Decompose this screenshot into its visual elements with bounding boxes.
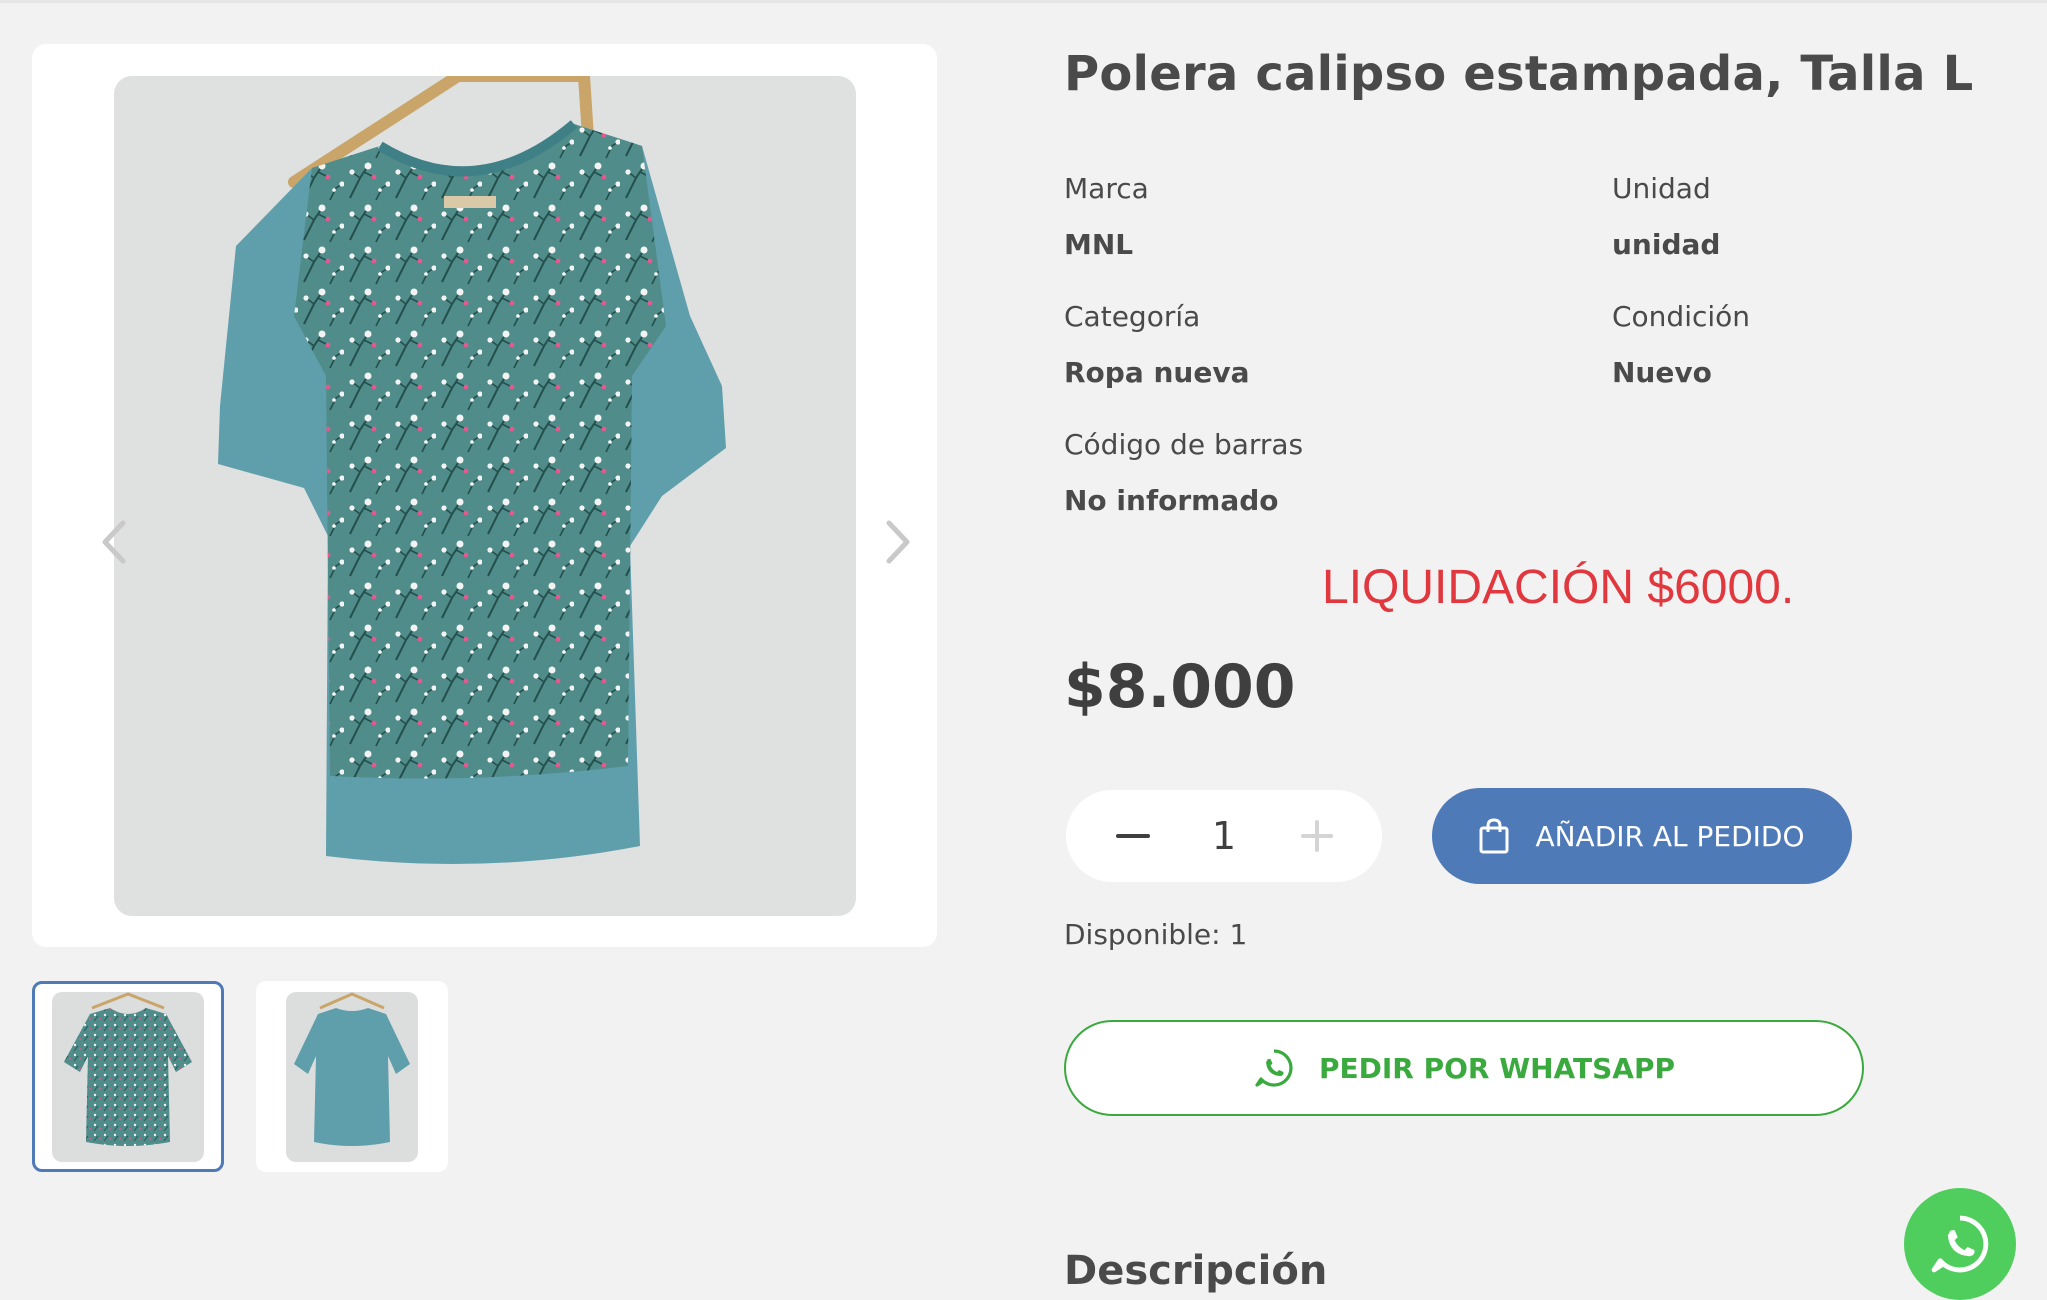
unit-label: Unidad	[1612, 172, 1711, 205]
product-title: Polera calipso estampada, Talla L	[1064, 46, 1974, 102]
product-gallery	[32, 44, 937, 947]
condition-value: Nuevo	[1612, 356, 1712, 389]
floral-shirt-front-icon	[52, 992, 204, 1162]
add-to-order-button[interactable]: AÑADIR AL PEDIDO	[1432, 788, 1852, 884]
brand-value: MNL	[1064, 228, 1134, 261]
decrease-quantity-button[interactable]	[1110, 813, 1156, 859]
plain-shirt-back-icon	[286, 992, 418, 1162]
main-product-image[interactable]	[114, 76, 856, 916]
brand-label: Marca	[1064, 172, 1149, 205]
previous-image-arrow[interactable]	[94, 514, 134, 570]
barcode-value: No informado	[1064, 484, 1279, 517]
condition-label: Condición	[1612, 300, 1751, 333]
category-value: Ropa nueva	[1064, 356, 1250, 389]
order-whatsapp-label: PEDIR POR WHATSAPP	[1318, 1051, 1676, 1085]
stock-availability: Disponible: 1	[1064, 918, 1248, 951]
plus-icon	[1301, 820, 1333, 852]
minus-icon	[1116, 834, 1150, 838]
whatsapp-icon	[1255, 1049, 1293, 1087]
quantity-stepper	[1066, 790, 1382, 882]
shopping-bag-icon	[1479, 818, 1509, 854]
whatsapp-icon	[1931, 1215, 1989, 1273]
category-label: Categoría	[1064, 300, 1201, 333]
order-whatsapp-button[interactable]: PEDIR POR WHATSAPP	[1064, 1020, 1864, 1116]
thumbnail-front[interactable]	[32, 981, 224, 1172]
floating-whatsapp-button[interactable]	[1904, 1188, 2016, 1300]
next-image-arrow[interactable]	[878, 514, 918, 570]
thumbnail-back[interactable]	[256, 981, 448, 1172]
top-border	[0, 0, 2047, 3]
description-heading: Descripción	[1064, 1248, 1328, 1294]
increase-quantity-button[interactable]	[1294, 813, 1340, 859]
quantity-input[interactable]	[1176, 808, 1272, 864]
unit-value: unidad	[1612, 228, 1721, 261]
product-price: $8.000	[1064, 652, 1296, 722]
promo-text: LIQUIDACIÓN $6000.	[1322, 561, 1795, 614]
add-to-order-label: AÑADIR AL PEDIDO	[1535, 819, 1805, 853]
barcode-label: Código de barras	[1064, 428, 1304, 461]
